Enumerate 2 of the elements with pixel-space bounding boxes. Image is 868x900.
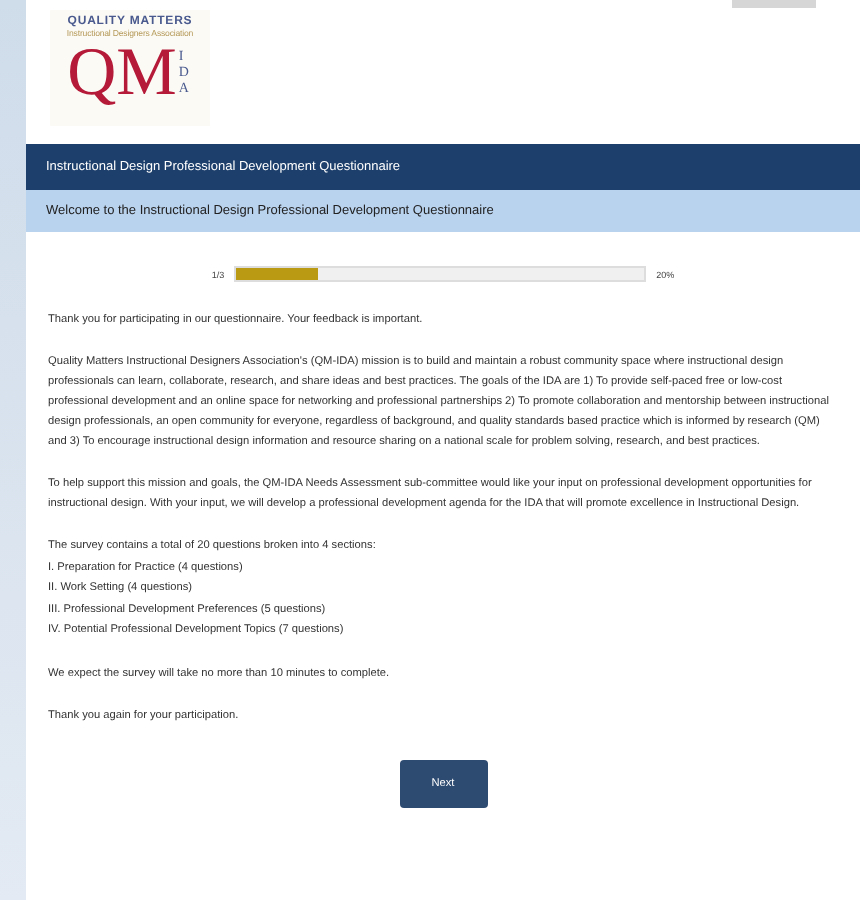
tab-bar <box>732 0 816 8</box>
logo-monogram: QM <box>67 38 177 110</box>
